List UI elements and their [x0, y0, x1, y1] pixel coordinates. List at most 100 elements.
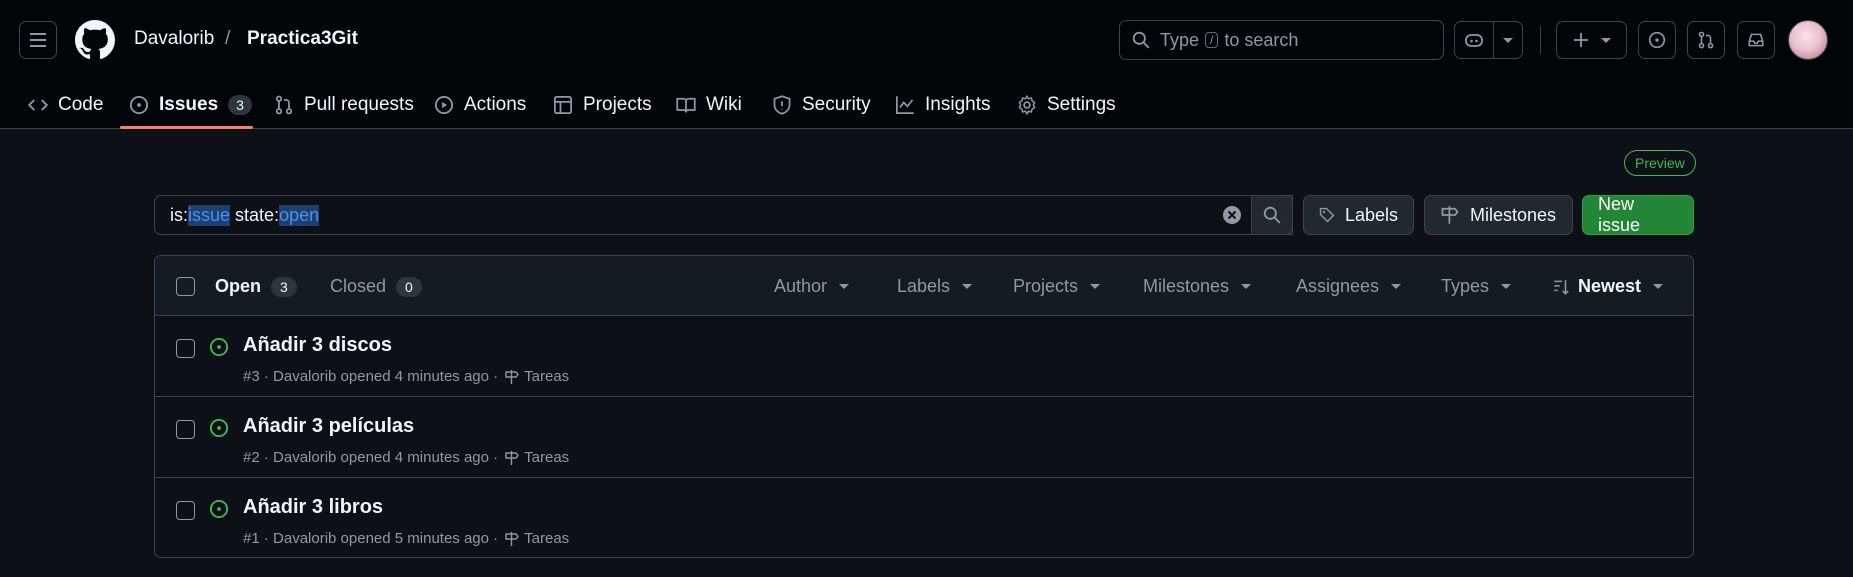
tab-security[interactable]: Security: [772, 80, 871, 129]
clear-filter-button[interactable]: [1222, 205, 1242, 225]
issue-title-link[interactable]: Añadir 3 películas: [243, 415, 414, 438]
issues-list: Open 3 Closed 0 Author Labels Projects M…: [154, 255, 1694, 558]
issue-opened-icon: [209, 418, 229, 438]
breadcrumb-repo[interactable]: Practica3Git: [247, 28, 358, 50]
breadcrumb-owner[interactable]: Davalorib: [134, 28, 214, 50]
active-tab-underline: [120, 126, 253, 129]
tab-actions-label: Actions: [464, 93, 527, 115]
chevron-down-icon: [1653, 284, 1664, 289]
sort-dropdown[interactable]: Newest: [1552, 276, 1664, 297]
issue-row[interactable]: Añadir 3 películas #2 · Davalorib opened…: [155, 397, 1693, 478]
issue-filter-input[interactable]: is: issue state: open: [154, 195, 1293, 235]
tab-pull-requests[interactable]: Pull requests: [274, 80, 414, 129]
tab-pull-requests-label: Pull requests: [304, 93, 414, 115]
tab-security-label: Security: [802, 93, 871, 115]
issue-row[interactable]: Añadir 3 libros #1 · Davalorib opened 5 …: [155, 478, 1693, 557]
filter-qualifier-state: state:: [235, 204, 280, 225]
play-icon: [434, 95, 454, 114]
x-circle-fill-icon: [1223, 206, 1241, 224]
issue-title-link[interactable]: Añadir 3 libros: [243, 496, 383, 519]
tab-issues[interactable]: Issues 3: [129, 80, 252, 129]
types-filter-dropdown[interactable]: Types: [1441, 276, 1512, 297]
preview-badge[interactable]: Preview: [1624, 150, 1696, 176]
issue-milestone-link[interactable]: Tareas: [524, 368, 569, 385]
chevron-down-icon: [1501, 284, 1512, 289]
labels-filter-dropdown[interactable]: Labels: [897, 276, 973, 297]
tab-issues-label: Issues: [159, 93, 219, 115]
author-filter-label: Author: [774, 276, 828, 296]
global-nav: Davalorib / Practica3Git Type / to searc…: [0, 0, 1853, 80]
chevron-down-icon: [839, 284, 850, 289]
graph-icon: [896, 95, 914, 114]
issues-list-header: Open 3 Closed 0 Author Labels Projects M…: [155, 256, 1693, 316]
search-icon: [1263, 206, 1281, 224]
issue-meta-text: #1 · Davalorib opened 5 minutes ago ·: [243, 530, 499, 547]
labels-button[interactable]: Labels: [1303, 195, 1414, 235]
types-filter-label: Types: [1441, 276, 1490, 296]
author-filter-dropdown[interactable]: Author: [774, 276, 850, 297]
tab-settings[interactable]: Settings: [1017, 80, 1116, 129]
issues-shortcut-button[interactable]: [1638, 21, 1676, 59]
projects-filter-dropdown[interactable]: Projects: [1013, 276, 1101, 297]
select-all-checkbox[interactable]: [176, 277, 195, 296]
github-logo-icon[interactable]: [75, 20, 115, 60]
milestones-button[interactable]: Milestones: [1424, 195, 1573, 235]
pull-requests-shortcut-button[interactable]: [1687, 21, 1725, 59]
git-pull-request-icon: [275, 95, 293, 114]
issue-milestone-link[interactable]: Tareas: [524, 449, 569, 466]
milestones-button-label: Milestones: [1470, 204, 1557, 225]
milestone-icon: [505, 531, 520, 546]
issue-checkbox[interactable]: [176, 339, 195, 358]
search-placeholder-suffix: to search: [1224, 29, 1299, 50]
tab-wiki[interactable]: Wiki: [676, 80, 742, 129]
closed-label: Closed: [330, 276, 387, 296]
issue-opened-icon: [1648, 31, 1666, 49]
tab-code-label: Code: [58, 93, 104, 115]
code-icon: [28, 98, 48, 111]
open-label: Open: [215, 276, 262, 296]
inbox-icon: [1748, 33, 1764, 47]
issue-checkbox[interactable]: [176, 420, 195, 439]
issue-meta-text: #3 · Davalorib opened 4 minutes ago ·: [243, 368, 499, 385]
create-new-button[interactable]: [1556, 21, 1627, 59]
search-icon: [1132, 31, 1150, 49]
copilot-menu-button[interactable]: [1493, 21, 1523, 59]
tab-settings-label: Settings: [1047, 93, 1116, 115]
hamburger-icon: [30, 33, 46, 47]
copilot-button[interactable]: [1454, 21, 1494, 59]
issue-meta: #2 · Davalorib opened 4 minutes ago · Ta…: [243, 449, 569, 466]
issue-meta: #1 · Davalorib opened 5 minutes ago · Ta…: [243, 530, 569, 547]
closed-count: 0: [396, 276, 422, 297]
issue-title-link[interactable]: Añadir 3 discos: [243, 334, 392, 357]
chevron-down-icon: [1503, 37, 1513, 43]
sort-desc-icon: [1554, 279, 1569, 295]
milestones-filter-dropdown[interactable]: Milestones: [1143, 276, 1252, 297]
new-issue-button[interactable]: New issue: [1582, 194, 1694, 235]
table-icon: [554, 95, 572, 114]
tab-actions[interactable]: Actions: [434, 80, 526, 129]
tab-projects[interactable]: Projects: [553, 80, 652, 129]
labels-button-label: Labels: [1344, 204, 1398, 225]
tab-insights[interactable]: Insights: [895, 80, 990, 129]
closed-filter-tab[interactable]: Closed 0: [330, 276, 422, 297]
filter-search-button[interactable]: [1251, 195, 1293, 235]
tab-code[interactable]: Code: [28, 80, 103, 129]
avatar[interactable]: [1788, 20, 1828, 60]
tab-wiki-label: Wiki: [706, 93, 742, 115]
issues-rows: Añadir 3 discos #3 · Davalorib opened 4 …: [155, 316, 1693, 557]
shield-icon: [773, 94, 791, 115]
issue-milestone-link[interactable]: Tareas: [524, 530, 569, 547]
milestone-icon: [505, 369, 520, 384]
global-search-input[interactable]: Type / to search: [1119, 20, 1444, 60]
assignees-filter-dropdown[interactable]: Assignees: [1296, 276, 1402, 297]
filter-qualifier-is: is:: [170, 204, 188, 225]
issue-row[interactable]: Añadir 3 discos #3 · Davalorib opened 4 …: [155, 316, 1693, 397]
projects-filter-label: Projects: [1013, 276, 1079, 296]
issue-checkbox[interactable]: [176, 501, 195, 520]
inbox-button[interactable]: [1737, 21, 1775, 59]
chevron-down-icon: [1391, 284, 1402, 289]
menu-button[interactable]: [19, 21, 57, 59]
open-filter-tab[interactable]: Open 3: [215, 276, 297, 297]
new-issue-button-label: New issue: [1598, 194, 1641, 235]
issue-opened-icon: [209, 337, 229, 357]
